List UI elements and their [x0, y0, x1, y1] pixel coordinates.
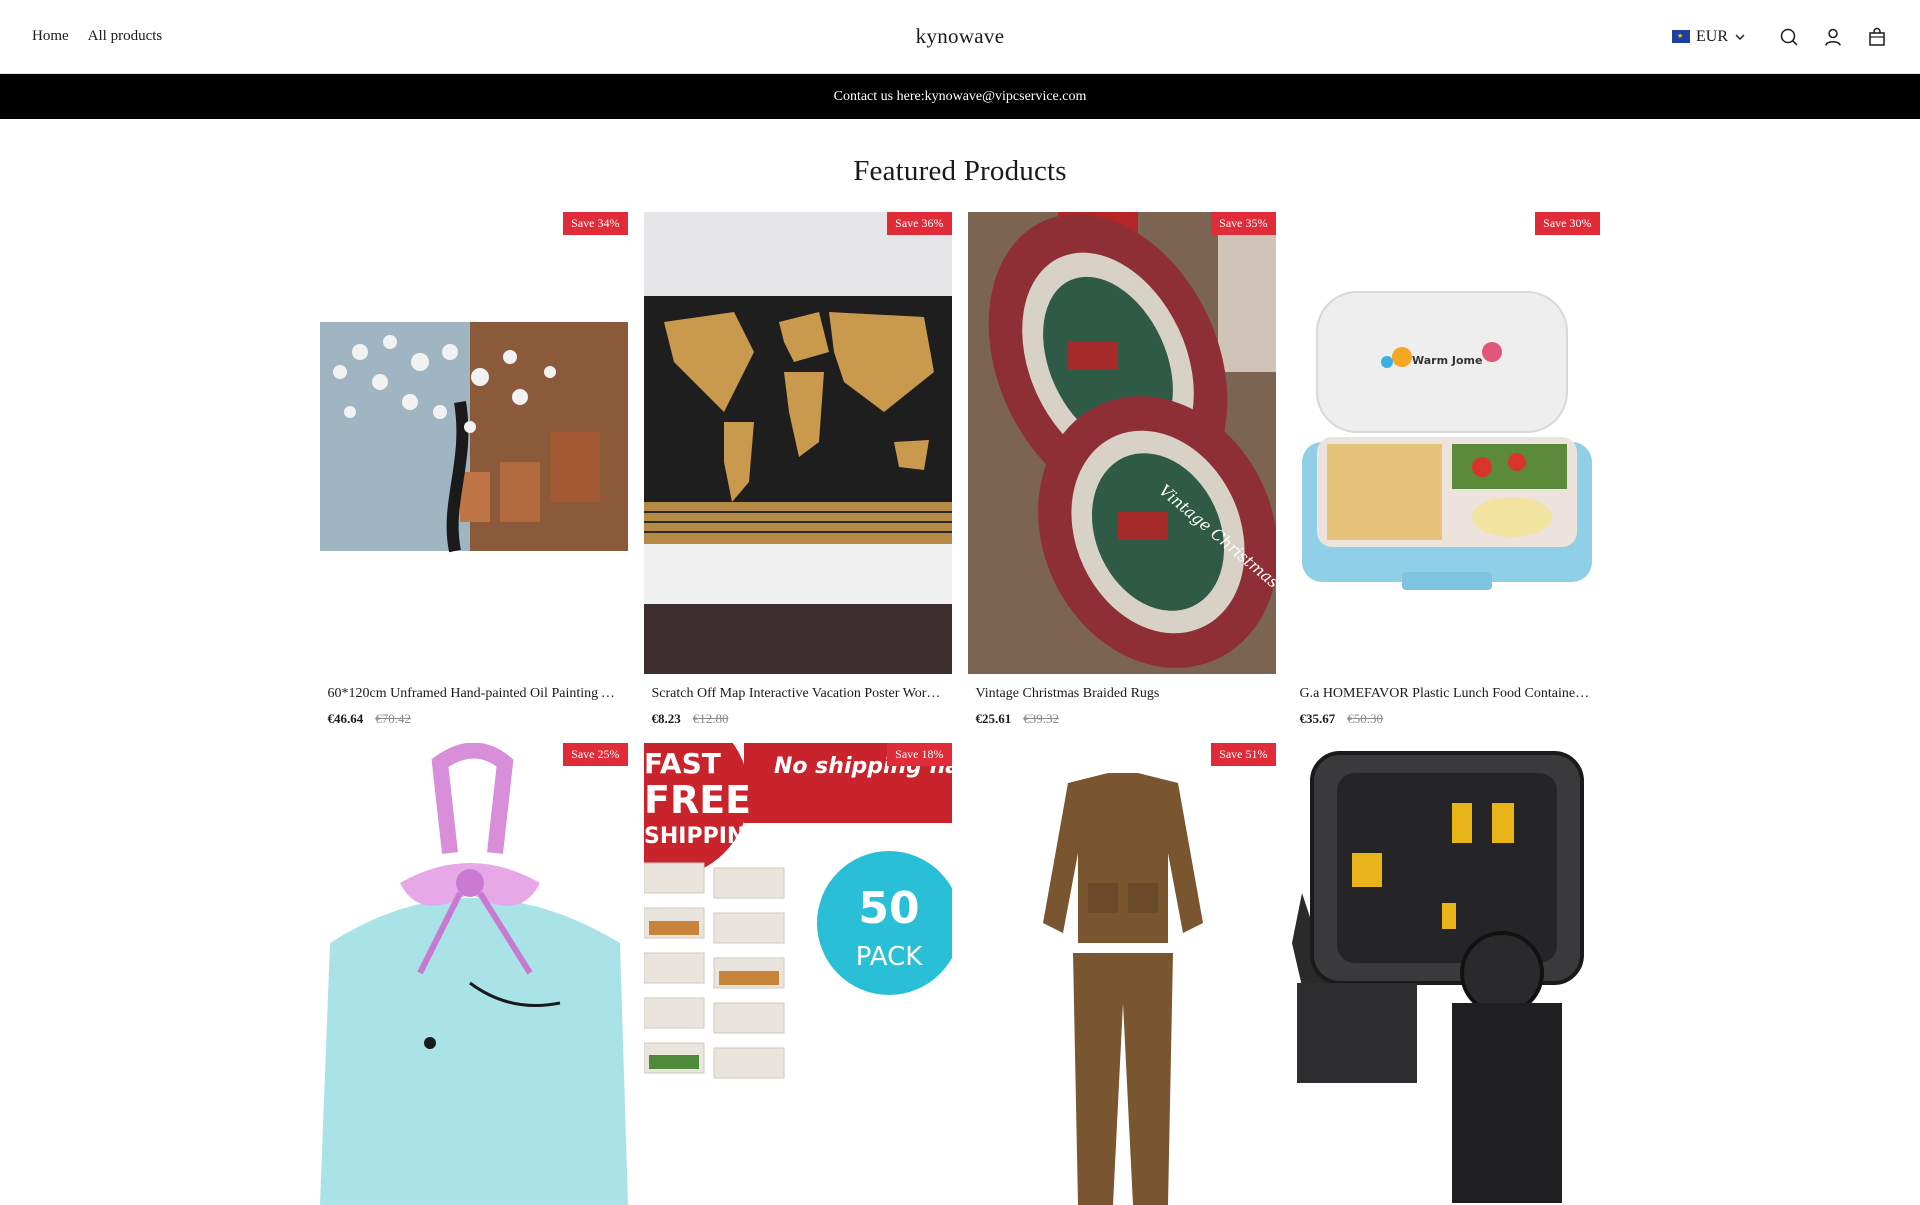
food-containers-image: No shipping handling fe FAST FREE SHIPPI… — [643, 743, 952, 1205]
compare-price: €50.30 — [1347, 711, 1383, 726]
price-row: €35.67 €50.30 — [1292, 711, 1600, 727]
price-row: €8.23 €12.80 — [644, 711, 952, 727]
product-image[interactable]: Save 34% — [319, 212, 628, 674]
product-card[interactable]: Save 18% No shipping handling fe FAST FR… — [643, 743, 952, 1205]
product-card[interactable]: Save 34% 60*120cm Unframed Hand-painted … — [319, 212, 628, 727]
product-grid: Save 34% 60*120cm Unframed Hand-painted … — [319, 212, 1601, 1205]
compare-price: €39.32 — [1023, 711, 1059, 726]
site-header: Home All products kynowave EUR — [0, 0, 1920, 74]
brand-logo[interactable]: kynowave — [916, 24, 1005, 49]
drawstring-bag-image — [319, 743, 628, 1205]
sale-price: €35.67 — [1299, 711, 1336, 726]
sale-badge: Save 35% — [1211, 212, 1276, 235]
announcement-bar: Contact us here:kynowave@vipcservice.com — [0, 74, 1920, 119]
main-nav: Home All products — [32, 0, 162, 73]
sale-badge: Save 30% — [1535, 212, 1600, 235]
sale-price: €46.64 — [327, 711, 364, 726]
christmas-rugs-image: Vintage Christmas — [967, 212, 1276, 674]
chevron-down-icon — [1735, 34, 1745, 40]
eu-flag-icon — [1672, 30, 1690, 43]
lunchbox-brand-text: Warm Jome — [1412, 354, 1482, 367]
product-image[interactable] — [1291, 743, 1600, 1205]
product-title[interactable]: Scratch Off Map Interactive Vacation Pos… — [644, 686, 952, 702]
compare-price: €12.80 — [692, 711, 729, 726]
oil-painting-image — [319, 322, 628, 553]
product-title[interactable]: G.a HOMEFAVOR Plastic Lunch Food Contain… — [1292, 686, 1600, 702]
brand-wrapper: kynowave — [0, 0, 1920, 73]
lunch-box-image: Warm Jome — [1291, 212, 1600, 674]
product-card[interactable] — [1291, 743, 1600, 1205]
fast-text: FAST — [644, 747, 721, 780]
search-icon — [1780, 28, 1798, 46]
cart-bag-icon — [1869, 27, 1885, 46]
product-card[interactable]: Save 35% Vintage Christmas Vintage Chris… — [967, 212, 1276, 727]
user-icon — [1825, 28, 1841, 46]
currency-selector[interactable]: EUR — [1672, 28, 1746, 46]
product-image[interactable]: Save 36% — [643, 212, 952, 674]
scratch-map-image — [643, 212, 952, 674]
sale-badge: Save 18% — [887, 743, 952, 766]
sale-badge: Save 36% — [887, 212, 952, 235]
sale-badge: Save 34% — [563, 212, 628, 235]
header-actions: EUR — [1672, 0, 1888, 73]
account-button[interactable] — [1822, 26, 1844, 48]
pack-number: 50 — [858, 883, 919, 934]
currency-label: EUR — [1696, 27, 1728, 45]
section-title: Featured Products — [853, 155, 1067, 187]
sale-badge: Save 51% — [1211, 743, 1276, 766]
price-row: €25.61 €39.32 — [968, 711, 1276, 727]
pack-word: PACK — [855, 942, 922, 972]
product-title[interactable]: Vintage Christmas Braided Rugs — [968, 686, 1276, 702]
price-row: €46.64 €70.42 — [320, 711, 628, 727]
product-card[interactable]: Save 36% Scratch Off Map Interactive Vac… — [643, 212, 952, 727]
product-card[interactable]: Save 25% — [319, 743, 628, 1205]
product-card[interactable]: Save 51% — [967, 743, 1276, 1205]
shipping-text: SHIPPING — [644, 824, 763, 849]
product-title[interactable]: 60*120cm Unframed Hand-painted Oil Paint… — [320, 686, 628, 702]
product-image[interactable]: Save 35% Vintage Christmas — [967, 212, 1276, 674]
product-image[interactable]: Save 30% Warm Jome — [1291, 212, 1600, 674]
sale-badge: Save 25% — [563, 743, 628, 766]
fleece-pajama-set-image — [967, 743, 1276, 1205]
product-image[interactable]: Save 18% No shipping handling fe FAST FR… — [643, 743, 952, 1205]
mechanical-watch-image — [1291, 743, 1600, 1205]
announcement-text: Contact us here:kynowave@vipcservice.com — [833, 88, 1087, 104]
sale-price: €8.23 — [651, 711, 681, 726]
product-image[interactable]: Save 51% — [967, 743, 1276, 1205]
sale-price: €25.61 — [975, 711, 1012, 726]
product-image[interactable]: Save 25% — [319, 743, 628, 1205]
free-text: FREE — [644, 778, 751, 822]
search-button[interactable] — [1778, 26, 1800, 48]
cart-button[interactable] — [1866, 26, 1888, 48]
nav-home-link[interactable]: Home — [32, 28, 69, 45]
nav-all-products-link[interactable]: All products — [88, 28, 163, 45]
compare-price: €70.42 — [375, 711, 411, 726]
product-card[interactable]: Save 30% Warm Jome G.a HOMEFAVOR Plastic… — [1291, 212, 1600, 727]
